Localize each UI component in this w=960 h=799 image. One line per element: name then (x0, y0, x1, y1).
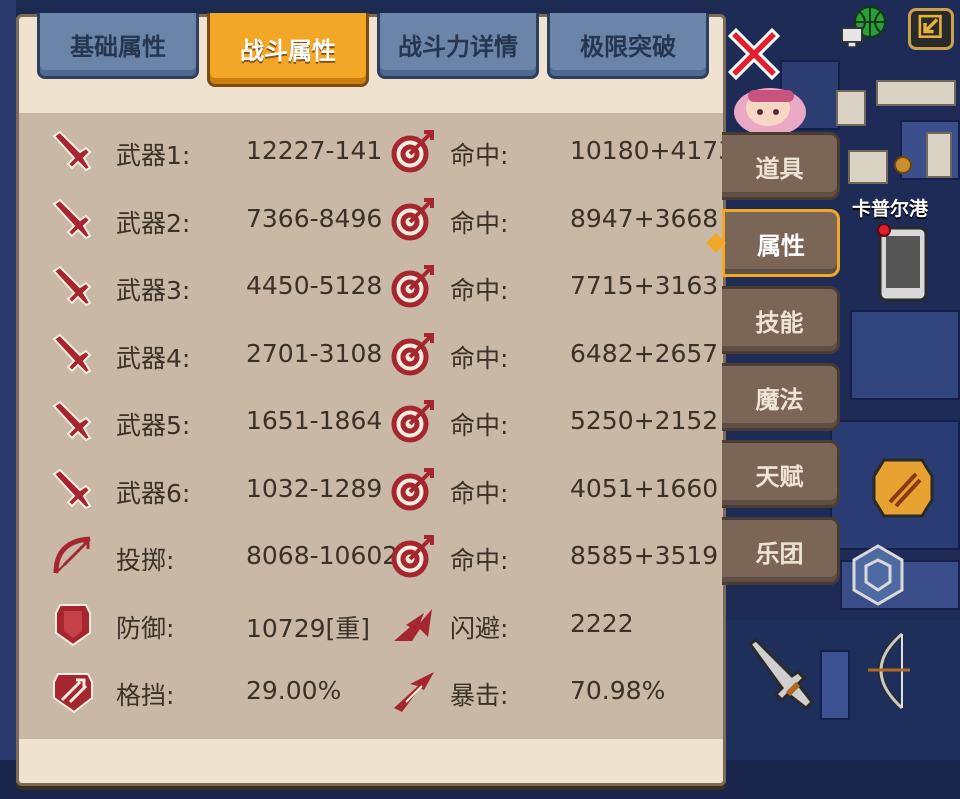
sword-icon (52, 130, 92, 172)
side-tab-label: 道具 (755, 154, 804, 183)
tab-label: 极限突破 (580, 33, 676, 61)
skill-slot-icon[interactable] (872, 456, 934, 520)
critical-label: 暴击: (450, 681, 509, 710)
weapon-damage-value: 2701-3108 (246, 338, 383, 368)
target-icon (391, 535, 434, 578)
close-icon[interactable] (726, 24, 782, 80)
stat-row: 武器3: 4450-5128 命中: 7715+3163 (50, 255, 730, 323)
weapon-damage-value: 4450-5128 (246, 271, 383, 300)
dodge-value: 2222 (570, 608, 634, 638)
sword-icon (52, 333, 92, 374)
character-portrait (734, 88, 806, 136)
location-name: 卡普尔港 (852, 198, 929, 220)
tab-limit-break[interactable]: 极限突破 (547, 13, 709, 79)
side-tab-label: 乐团 (755, 539, 804, 568)
tab-basic-attributes[interactable]: 基础属性 (37, 13, 199, 79)
panel-tabs: 基础属性 战斗属性 战斗力详情 极限突破 (37, 13, 709, 87)
weapon-damage-value: 1651-1864 (246, 406, 383, 435)
bow-icon (53, 536, 91, 574)
weapon-label: 武器4: (116, 343, 191, 373)
block-label: 格挡: (116, 681, 175, 710)
side-tab-label: 天赋 (755, 462, 804, 491)
tab-combat-power-details[interactable]: 战斗力详情 (377, 13, 539, 79)
side-tab-attributes[interactable]: 属性 (722, 209, 840, 277)
tab-combat-attributes[interactable]: 战斗属性 (207, 13, 369, 87)
target-icon (391, 197, 434, 240)
exit-arrow-icon (918, 14, 942, 38)
block-value: 29.00% (246, 676, 342, 705)
target-icon (391, 400, 434, 443)
tab-label: 战斗力详情 (398, 33, 518, 61)
accuracy-value: 8585+3519 (570, 541, 719, 570)
stat-row: 武器2: 7366-8496 命中: 8947+3668 (50, 188, 730, 256)
sword-icon (52, 400, 92, 442)
critical-value: 70.98% (570, 676, 666, 705)
stat-row: 武器1: 12227-141 命中: 10180+4173 (50, 120, 734, 188)
side-tab-skills[interactable]: 技能 (722, 286, 840, 354)
dodge-icon (394, 608, 432, 641)
stat-row: 格挡: 29.00% 暴击: 70.98% (50, 660, 730, 728)
accuracy-value: 8947+3668 (570, 203, 719, 233)
stat-row: 武器6: 1032-1289 命中: 4051+1660 (50, 458, 730, 526)
side-tab-label: 属性 (757, 231, 805, 260)
accuracy-value: 4051+1660 (570, 473, 719, 503)
side-tab-label: 魔法 (755, 385, 804, 414)
stat-row: 武器4: 2701-3108 命中: 6482+2657 (50, 323, 730, 391)
accuracy-label: 命中: (450, 208, 509, 238)
combat-stats-list: 武器1: 12227-141 命中: 10180+4173 武器2: 7366-… (50, 120, 734, 728)
accuracy-label: 命中: (450, 478, 509, 508)
side-tab-label: 技能 (755, 308, 804, 337)
stat-row: 武器5: 1651-1864 命中: 5250+2152 (50, 390, 730, 458)
weapon-label: 武器6: (116, 478, 191, 508)
target-icon (391, 130, 434, 173)
accuracy-label: 命中: (450, 276, 509, 305)
sword-icon (52, 265, 92, 307)
throw-label: 投掷: (116, 546, 175, 575)
weapon-damage-value: 7366-8496 (246, 203, 383, 233)
side-tab-band[interactable]: 乐团 (722, 517, 840, 585)
shield-skill-icon[interactable] (850, 544, 906, 606)
weapon-label: 武器3: (116, 276, 191, 305)
accuracy-label: 命中: (450, 141, 509, 170)
exit-button[interactable] (908, 8, 954, 50)
defense-label: 防御: (116, 613, 175, 643)
side-menu: 道具 属性 技能 魔法 天赋 乐团 (722, 132, 840, 594)
phone-icon[interactable] (876, 224, 930, 304)
weapon-damage-value: 12227-141 (246, 136, 383, 165)
accuracy-label: 命中: (450, 411, 509, 440)
tab-label: 战斗属性 (240, 37, 336, 65)
target-icon (391, 265, 434, 308)
target-icon (391, 467, 434, 510)
shield-icon (55, 603, 91, 646)
weapon-label: 武器5: (116, 411, 191, 440)
side-tab-talent[interactable]: 天赋 (722, 440, 840, 508)
target-icon (391, 332, 434, 375)
defense-value: 10729[重] (246, 613, 371, 643)
critical-icon (394, 672, 434, 712)
stat-row: 投掷: 8068-10602 命中: 8585+3519 (50, 525, 730, 593)
block-icon (53, 673, 93, 714)
tab-label: 基础属性 (70, 33, 166, 61)
accuracy-value: 7715+3163 (570, 271, 719, 300)
side-tab-items[interactable]: 道具 (722, 132, 840, 200)
stat-row: 防御: 10729[重] 闪避: 2222 (50, 593, 730, 661)
weapon-damage-value: 1032-1289 (246, 473, 383, 503)
network-globe-icon[interactable] (840, 2, 890, 50)
accuracy-label: 命中: (450, 546, 509, 575)
throw-damage-value: 8068-10602 (246, 541, 399, 570)
weapon-label: 武器1: (116, 141, 191, 170)
sword-icon (52, 198, 92, 239)
accuracy-label: 命中: (450, 343, 509, 373)
accuracy-value: 5250+2152 (570, 406, 719, 435)
side-tab-magic[interactable]: 魔法 (722, 363, 840, 431)
accuracy-value: 6482+2657 (570, 338, 719, 368)
weapon-label: 武器2: (116, 208, 191, 238)
accuracy-value: 10180+4173 (570, 136, 735, 165)
dodge-label: 闪避: (450, 613, 509, 643)
equipped-bow-icon[interactable] (852, 630, 916, 712)
sword-icon (52, 468, 92, 509)
equipped-sword-icon[interactable] (742, 636, 822, 716)
